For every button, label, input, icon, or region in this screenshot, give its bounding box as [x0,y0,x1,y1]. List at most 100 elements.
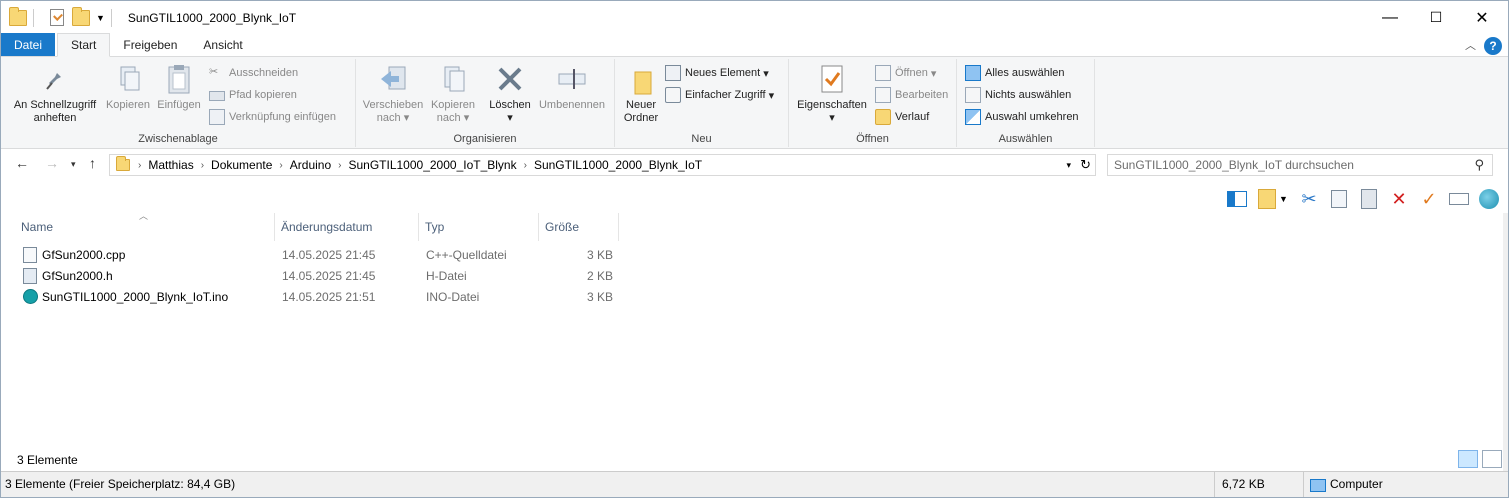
copy-icon [112,63,144,95]
open-button[interactable]: Öffnen ▾ [875,63,936,83]
cpp-file-icon [23,247,37,263]
preview-pane-icon[interactable] [1226,188,1248,210]
copy-path-label: Pfad kopieren [229,89,297,101]
address-history-icon[interactable]: ▾ [1066,160,1071,171]
check-orange-icon[interactable]: ✓ [1418,188,1440,210]
column-type-label: Typ [425,220,445,234]
breadcrumb-item[interactable]: Dokumente [204,158,279,172]
rename-button[interactable]: Umbenennen [534,63,610,112]
group-new: Neuer Ordner Neues Element ▾ Einfacher Z… [615,59,789,147]
group-label-open: Öffnen [856,133,889,145]
easy-access-label: Einfacher Zugriff [685,89,766,101]
history-button[interactable]: Verlauf [875,107,929,127]
minimize-button[interactable]: — [1367,1,1413,34]
column-type[interactable]: Typ [419,213,539,241]
column-name-label: Name [21,220,54,234]
computer-icon [1310,479,1326,492]
file-row[interactable]: GfSun2000.cpp 14.05.2025 21:45 C++-Quell… [1,245,1503,266]
properties-check-icon [816,63,848,95]
paste-button[interactable]: Einfügen [153,63,205,112]
recent-locations-icon[interactable]: ▾ [71,159,76,170]
cut-button[interactable]: ✂ Ausschneiden [209,63,298,83]
delete-button[interactable]: Löschen ▾ [486,63,534,125]
tab-freigeben[interactable]: Freigeben [110,33,190,56]
help-icon[interactable]: ? [1484,37,1502,55]
paste-icon [163,63,195,95]
history-icon [875,109,891,125]
easy-access-icon [665,87,681,103]
tab-ansicht[interactable]: Ansicht [190,33,255,56]
paste-toolbar-icon[interactable] [1358,188,1380,210]
select-all-label: Alles auswählen [985,67,1065,79]
maximize-button[interactable]: ☐ [1413,1,1459,34]
globe-icon[interactable] [1478,188,1500,210]
large-icons-view-icon[interactable] [1482,450,1502,468]
copy-to-label: Kopieren nach [430,99,476,124]
tab-datei[interactable]: Datei [1,33,56,56]
new-folder-button[interactable]: Neuer Ordner [619,63,663,125]
file-name: SunGTIL1000_2000_Blynk_IoT.ino [42,290,229,304]
back-arrow-icon[interactable]: ← [15,155,29,171]
paste-shortcut-button[interactable]: Verknüpfung einfügen [209,107,336,127]
breadcrumb-item[interactable]: Matthias [141,158,200,172]
ribbon-tabs: Datei Start Freigeben Ansicht [1,33,1508,57]
breadcrumb-item[interactable]: SunGTIL1000_2000_IoT_Blynk [341,158,523,172]
collapse-ribbon-icon[interactable]: ︿ [1465,37,1476,53]
move-to-button[interactable]: Verschieben nach ▾ [360,63,426,125]
details-view-icon[interactable] [1458,450,1478,468]
new-folder-icon [625,63,657,95]
copy-button[interactable]: Kopieren [103,63,153,112]
copy-toolbar-icon[interactable] [1328,188,1350,210]
copy-to-icon [437,63,469,95]
file-size: 3 KB [586,290,613,304]
cut-scissors-icon[interactable]: ✂ [1298,188,1320,210]
move-to-label: Verschieben nach [362,99,424,124]
column-name[interactable]: Name ︿ [15,211,275,241]
file-row[interactable]: GfSun2000.h 14.05.2025 21:45 H-Datei 2 K… [1,266,1503,287]
new-folder-quick-icon[interactable] [72,6,90,26]
quick-access-dropdown-icon[interactable]: ▼ [96,13,105,23]
status-free-space: 3 Elemente (Freier Speicherplatz: 84,4 G… [5,477,236,491]
divider [1214,472,1215,497]
move-to-icon [377,63,409,95]
address-bar[interactable]: › Matthias › Dokumente › Arduino › SunGT… [109,154,1096,176]
invert-selection-button[interactable]: Auswahl umkehren [965,107,1079,127]
edit-button[interactable]: Bearbeiten [875,85,948,105]
divider [110,8,112,27]
new-note-icon[interactable]: ▼ [1256,188,1290,210]
delete-red-x-icon[interactable]: ✕ [1388,188,1410,210]
file-date: 14.05.2025 21:51 [282,290,376,304]
folder-icon [9,6,27,26]
column-date[interactable]: Änderungsdatum [275,213,419,241]
select-none-icon [965,87,981,103]
edit-label: Bearbeiten [895,89,949,101]
column-size[interactable]: Größe [539,213,619,241]
search-input[interactable]: SunGTIL1000_2000_Blynk_IoT durchsuchen ⚲ [1107,154,1493,176]
forward-arrow-icon[interactable]: → [45,155,59,171]
properties-button[interactable]: Eigenschaften ▾ [793,63,871,125]
refresh-icon[interactable]: ↻ [1080,157,1091,173]
search-icon[interactable]: ⚲ [1474,157,1484,173]
copy-path-icon [209,91,225,101]
properties-quick-icon[interactable] [50,9,64,26]
easy-access-button[interactable]: Einfacher Zugriff ▾ [665,85,774,105]
search-placeholder: SunGTIL1000_2000_Blynk_IoT durchsuchen [1114,158,1354,172]
close-button[interactable]: ✕ [1459,1,1505,34]
sort-ascending-icon: ︿ [139,211,149,221]
new-item-button[interactable]: Neues Element ▾ [665,63,769,83]
group-organize: Verschieben nach ▾ Kopieren nach ▾ Lösch… [356,59,615,147]
tab-start[interactable]: Start [57,33,111,57]
up-arrow-icon[interactable]: ↑ [89,155,96,171]
breadcrumb-item[interactable]: Arduino [283,158,338,172]
select-none-button[interactable]: Nichts auswählen [965,85,1071,105]
copy-to-button[interactable]: Kopieren nach ▾ [426,63,480,125]
status-count: 3 Elemente [17,453,78,467]
vertical-scrollbar[interactable] [1503,213,1508,471]
rename-toolbar-icon[interactable] [1448,188,1470,210]
file-row[interactable]: SunGTIL1000_2000_Blynk_IoT.ino 14.05.202… [1,287,1503,308]
pin-quick-access-button[interactable]: An Schnellzugriff anheften [7,63,103,125]
copy-path-button[interactable]: Pfad kopieren [209,85,297,105]
breadcrumb-item[interactable]: SunGTIL1000_2000_Blynk_IoT [527,158,709,172]
delete-label: Löschen [489,99,531,111]
select-all-button[interactable]: Alles auswählen [965,63,1065,83]
